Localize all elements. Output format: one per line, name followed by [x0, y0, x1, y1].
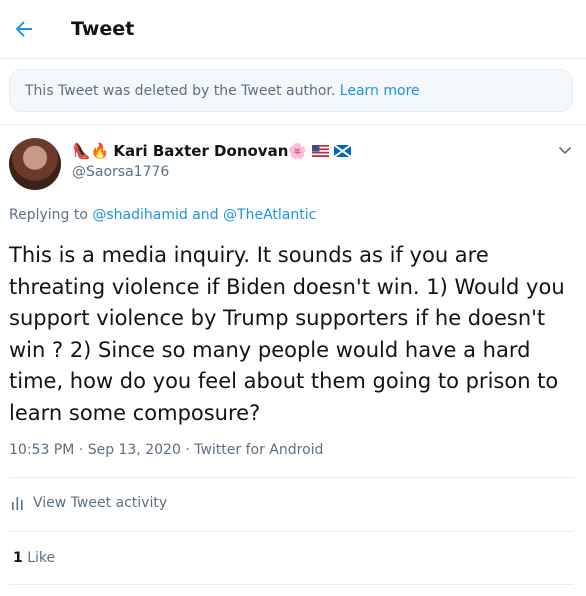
divider	[0, 124, 586, 125]
divider	[9, 477, 574, 478]
divider	[9, 584, 574, 585]
learn-more-link[interactable]: Learn more	[340, 83, 420, 99]
author-emoji-suffix: 🌸	[288, 141, 308, 160]
chevron-down-icon[interactable]	[557, 142, 573, 158]
meta-separator: ·	[74, 442, 88, 458]
us-flag-icon	[312, 145, 330, 157]
likes-number: 1	[13, 550, 23, 566]
tweet-time[interactable]: 10:53 PM	[9, 442, 74, 458]
arrow-left-icon[interactable]	[12, 17, 36, 41]
deleted-notice: This Tweet was deleted by the Tweet auth…	[9, 69, 573, 112]
reply-joiner: and	[187, 207, 224, 223]
top-bar: Tweet	[0, 0, 586, 59]
meta-separator: ·	[180, 442, 195, 458]
likes-label: Like	[27, 550, 56, 566]
author-handle[interactable]: @Saorsa1776	[72, 164, 169, 180]
deleted-notice-text: This Tweet was deleted by the Tweet auth…	[25, 83, 336, 99]
replying-to: Replying to @shadihamid and @TheAtlantic	[9, 207, 316, 223]
tweet-client[interactable]: Twitter for Android	[194, 442, 323, 458]
view-activity-button[interactable]: View Tweet activity	[12, 495, 167, 511]
view-activity-label: View Tweet activity	[33, 495, 168, 511]
author-name[interactable]: Kari Baxter Donovan	[113, 142, 288, 160]
likes-count[interactable]: 1 Like	[13, 550, 55, 566]
author-emoji-prefix: 👠🔥	[72, 141, 110, 160]
tweet-date[interactable]: Sep 13, 2020	[88, 442, 181, 458]
scotland-flag-icon	[334, 145, 352, 157]
tweet-meta: 10:53 PM · Sep 13, 2020 · Twitter for An…	[9, 442, 323, 458]
reply-user-link[interactable]: @TheAtlantic	[223, 207, 316, 223]
page-title: Tweet	[71, 18, 135, 40]
divider	[9, 531, 574, 532]
author-name-row[interactable]: 👠🔥 Kari Baxter Donovan 🌸	[72, 140, 352, 162]
replying-prefix: Replying to	[9, 207, 93, 223]
avatar[interactable]	[9, 138, 61, 190]
bar-chart-icon	[12, 496, 23, 510]
reply-user-link[interactable]: @shadihamid	[92, 207, 187, 223]
tweet-text: This is a media inquiry. It sounds as if…	[9, 243, 565, 425]
